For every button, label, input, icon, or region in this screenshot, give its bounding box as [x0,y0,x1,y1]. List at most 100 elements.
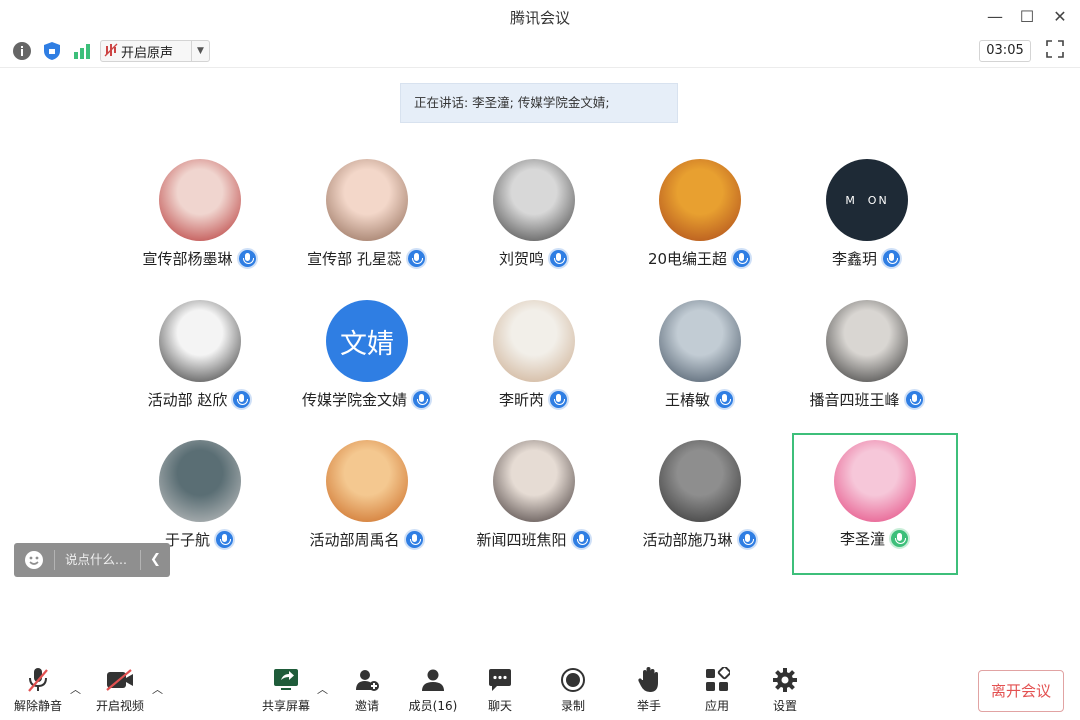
participant-tile[interactable]: 文婧传媒学院金文婧 [284,300,450,440]
participant-tile[interactable]: 王椿敏 [617,300,783,440]
participant-tile[interactable]: 活动部周禹名 [284,440,450,580]
video-off-icon [105,666,135,694]
participant-tile[interactable]: M ON 李鑫玥 [784,159,950,299]
start-video-button[interactable]: 开启视频 [94,666,146,714]
participant-tile[interactable]: 活动部 赵欣 [117,300,283,440]
participant-name: 活动部施乃琳 [642,531,733,549]
close-button[interactable]: ✕ [1049,7,1071,27]
mic-status-icon [889,528,910,549]
avatar [659,159,741,241]
chat-input-bar[interactable]: 说点什么... ❮ [14,543,170,577]
security-shield-icon[interactable] [40,39,64,63]
invite-label: 邀请 [354,699,379,713]
raise-hand-label: 举手 [636,699,661,713]
original-sound-label: 开启原声 [121,45,174,61]
chat-icon [485,666,515,694]
avatar [659,300,741,382]
avatar [493,440,575,522]
chat-placeholder[interactable]: 说点什么... [54,550,140,570]
bottom-control-bar: 解除静音 ︿ 开启视频 ︿ 共享屏幕 ︿ 邀请 成员(16) 聊天 录制 举手 … [0,660,1080,720]
info-icon[interactable] [10,39,34,63]
participant-name: 李鑫玥 [831,250,877,268]
participant-name: 活动部 赵欣 [147,391,228,409]
avatar-initials: 文婧 [340,328,394,360]
share-options-caret[interactable]: ︿ [317,681,328,697]
meeting-timer: 03:05 [979,40,1031,62]
unmute-label: 解除静音 [13,699,62,713]
participant-name: 王椿敏 [664,391,710,409]
mic-status-icon [714,389,735,410]
fullscreen-icon[interactable] [1046,40,1064,58]
participant-tile[interactable]: 宣传部 孔星蕊 [284,159,450,299]
participant-name: 刘贺鸣 [498,250,544,268]
window-title: 腾讯会议 [509,9,570,27]
mic-status-icon [231,389,253,410]
emoji-icon[interactable] [14,550,54,570]
mic-status-icon [731,248,753,269]
participant-name-line: 播音四班王峰 [784,389,950,410]
mic-status-icon [236,248,258,269]
apps-icon [702,666,732,694]
invite-button[interactable]: 邀请 [350,666,384,714]
avatar-logo-text: M ON [845,193,889,207]
settings-button[interactable]: 设置 [768,666,802,714]
members-button[interactable]: 成员(16) [405,666,461,714]
participant-tile[interactable]: 宣传部杨墨琳 [117,159,283,299]
participant-tile[interactable]: 新闻四班焦阳 [451,440,617,580]
participant-tile[interactable]: 李昕芮 [451,300,617,440]
participant-name-line: 活动部 赵欣 [117,389,283,410]
mic-status-icon [403,529,425,550]
participant-name: 播音四班王峰 [809,391,900,409]
avatar [493,159,575,241]
record-button[interactable]: 录制 [556,666,590,714]
unmute-button[interactable]: 解除静音 [12,666,64,714]
participant-tile[interactable]: 刘贺鸣 [451,159,617,299]
original-sound-toggle[interactable]: 开启原声 ▼ [100,40,210,62]
settings-label: 设置 [772,699,797,713]
mic-status-icon [736,529,758,550]
share-screen-button[interactable]: 共享屏幕 [260,666,312,714]
video-options-caret[interactable]: ︿ [152,681,163,697]
participant-name-line: 宣传部杨墨琳 [117,248,283,269]
maximize-button[interactable]: ☐ [1016,7,1038,27]
share-screen-label: 共享屏幕 [261,699,310,713]
avatar: 文婧 [326,300,408,382]
participant-tile[interactable]: 活动部施乃琳 [617,440,783,580]
muted-mic-icon [23,666,53,694]
mic-status-icon [214,529,235,550]
participant-name: 李圣潼 [839,530,885,548]
members-label: 成员(16) [408,699,458,713]
participant-name-line: 新闻四班焦阳 [451,529,617,550]
chat-button[interactable]: 聊天 [483,666,517,714]
participant-name-line: 王椿敏 [617,389,783,410]
mic-status-icon [570,529,592,550]
avatar [159,300,241,382]
avatar: M ON [826,159,908,241]
signal-strength-icon[interactable] [70,39,94,63]
participant-tile[interactable]: 播音四班王峰 [784,300,950,440]
avatar [159,440,241,522]
participant-name: 新闻四班焦阳 [476,531,567,549]
apps-button[interactable]: 应用 [700,666,734,714]
participant-name: 于子航 [164,531,210,549]
participant-tile[interactable]: 20电编王超 [617,159,783,299]
participant-name-line: 刘贺鸣 [451,248,617,269]
mic-status-icon [548,389,569,410]
raise-hand-button[interactable]: 举手 [632,666,666,714]
leave-meeting-button[interactable]: 离开会议 [978,670,1064,712]
chat-collapse-icon[interactable]: ❮ [140,550,170,570]
participant-name-line: 20电编王超 [617,248,783,269]
raise-hand-icon [634,666,664,694]
participant-name: 传媒学院金文婧 [301,391,407,409]
share-screen-icon [271,666,301,694]
participant-name-line: 活动部施乃琳 [617,529,783,550]
minimize-button[interactable]: — [984,7,1006,27]
audio-options-caret[interactable]: ︿ [70,681,81,697]
participant-name: 20电编王超 [647,250,728,268]
participant-name: 宣传部杨墨琳 [142,250,233,268]
mic-status-icon [881,248,902,269]
participant-name-line: 传媒学院金文婧 [284,389,450,410]
original-sound-dropdown[interactable]: ▼ [191,41,209,61]
participant-tile[interactable]: 李圣潼 [792,433,958,575]
mic-status-icon [548,248,569,269]
